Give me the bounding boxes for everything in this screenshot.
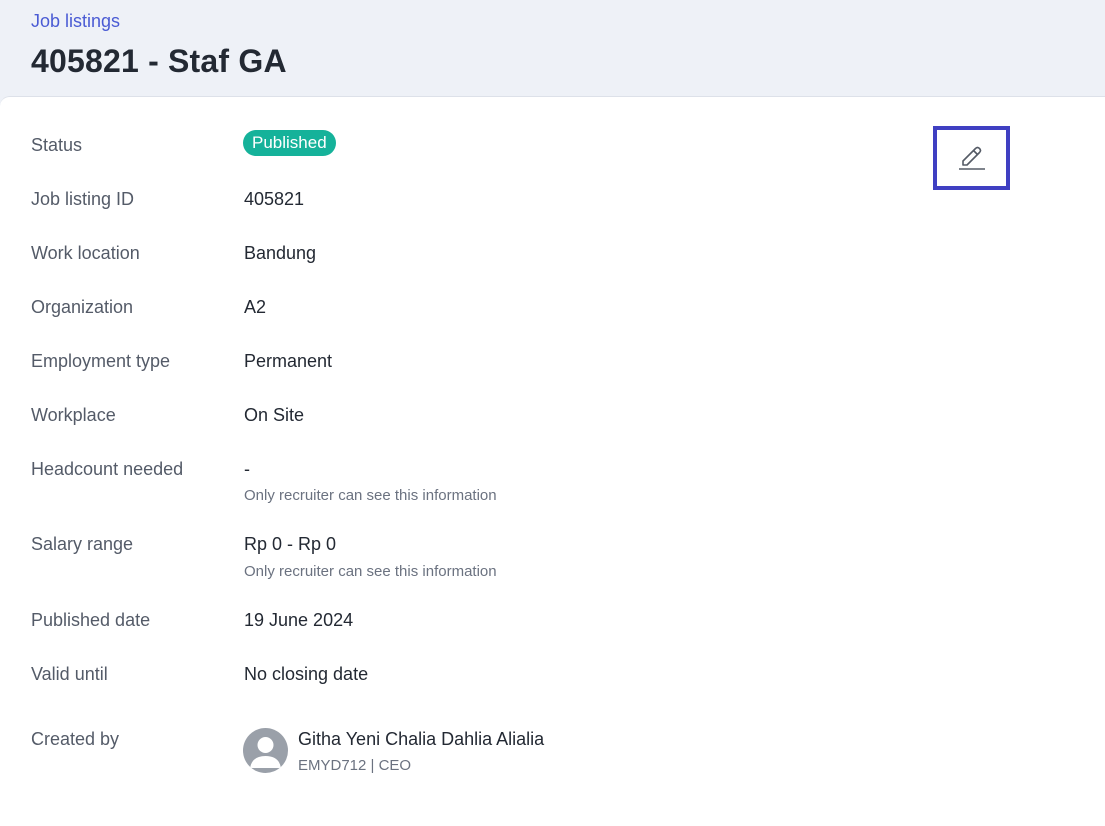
workplace-label: Workplace <box>31 405 116 425</box>
valid-until-value: No closing date <box>244 664 369 684</box>
workplace-value: On Site <box>244 405 305 425</box>
valid-until-label: Valid until <box>31 664 108 684</box>
pencil-icon <box>957 141 987 176</box>
page-header: Job listings 405821 - Staf GA <box>0 0 1105 97</box>
job-listing-id-value: 405821 <box>244 189 305 209</box>
work-location-value: Bandung <box>244 243 317 263</box>
created-by-label: Created by <box>31 729 120 749</box>
published-date-label: Published date <box>31 610 151 630</box>
breadcrumb-job-listings[interactable]: Job listings <box>31 11 120 32</box>
published-date-value: 19 June 2024 <box>244 610 354 630</box>
organization-label: Organization <box>31 297 134 317</box>
employment-type-value: Permanent <box>244 351 333 371</box>
employment-type-label: Employment type <box>31 351 171 371</box>
status-label: Status <box>31 135 83 155</box>
salary-range-value: Rp 0 - Rp 0 <box>244 534 337 554</box>
job-listing-id-label: Job listing ID <box>31 189 135 209</box>
creator-id-role: EMYD712 | CEO <box>298 757 412 774</box>
creator-name: Githa Yeni Chalia Dahlia Alialia <box>298 729 545 749</box>
edit-button[interactable] <box>933 126 1010 190</box>
salary-range-label: Salary range <box>31 534 134 554</box>
page-title: 405821 - Staf GA <box>31 43 287 79</box>
organization-value: A2 <box>244 297 267 317</box>
status-badge: Published <box>243 130 336 156</box>
headcount-value: - <box>244 459 250 479</box>
work-location-label: Work location <box>31 243 140 263</box>
user-icon <box>250 737 281 768</box>
salary-recruiter-note: Only recruiter can see this information <box>244 563 497 580</box>
avatar <box>243 728 288 773</box>
headcount-recruiter-note: Only recruiter can see this information <box>244 487 497 504</box>
headcount-label: Headcount needed <box>31 459 184 479</box>
